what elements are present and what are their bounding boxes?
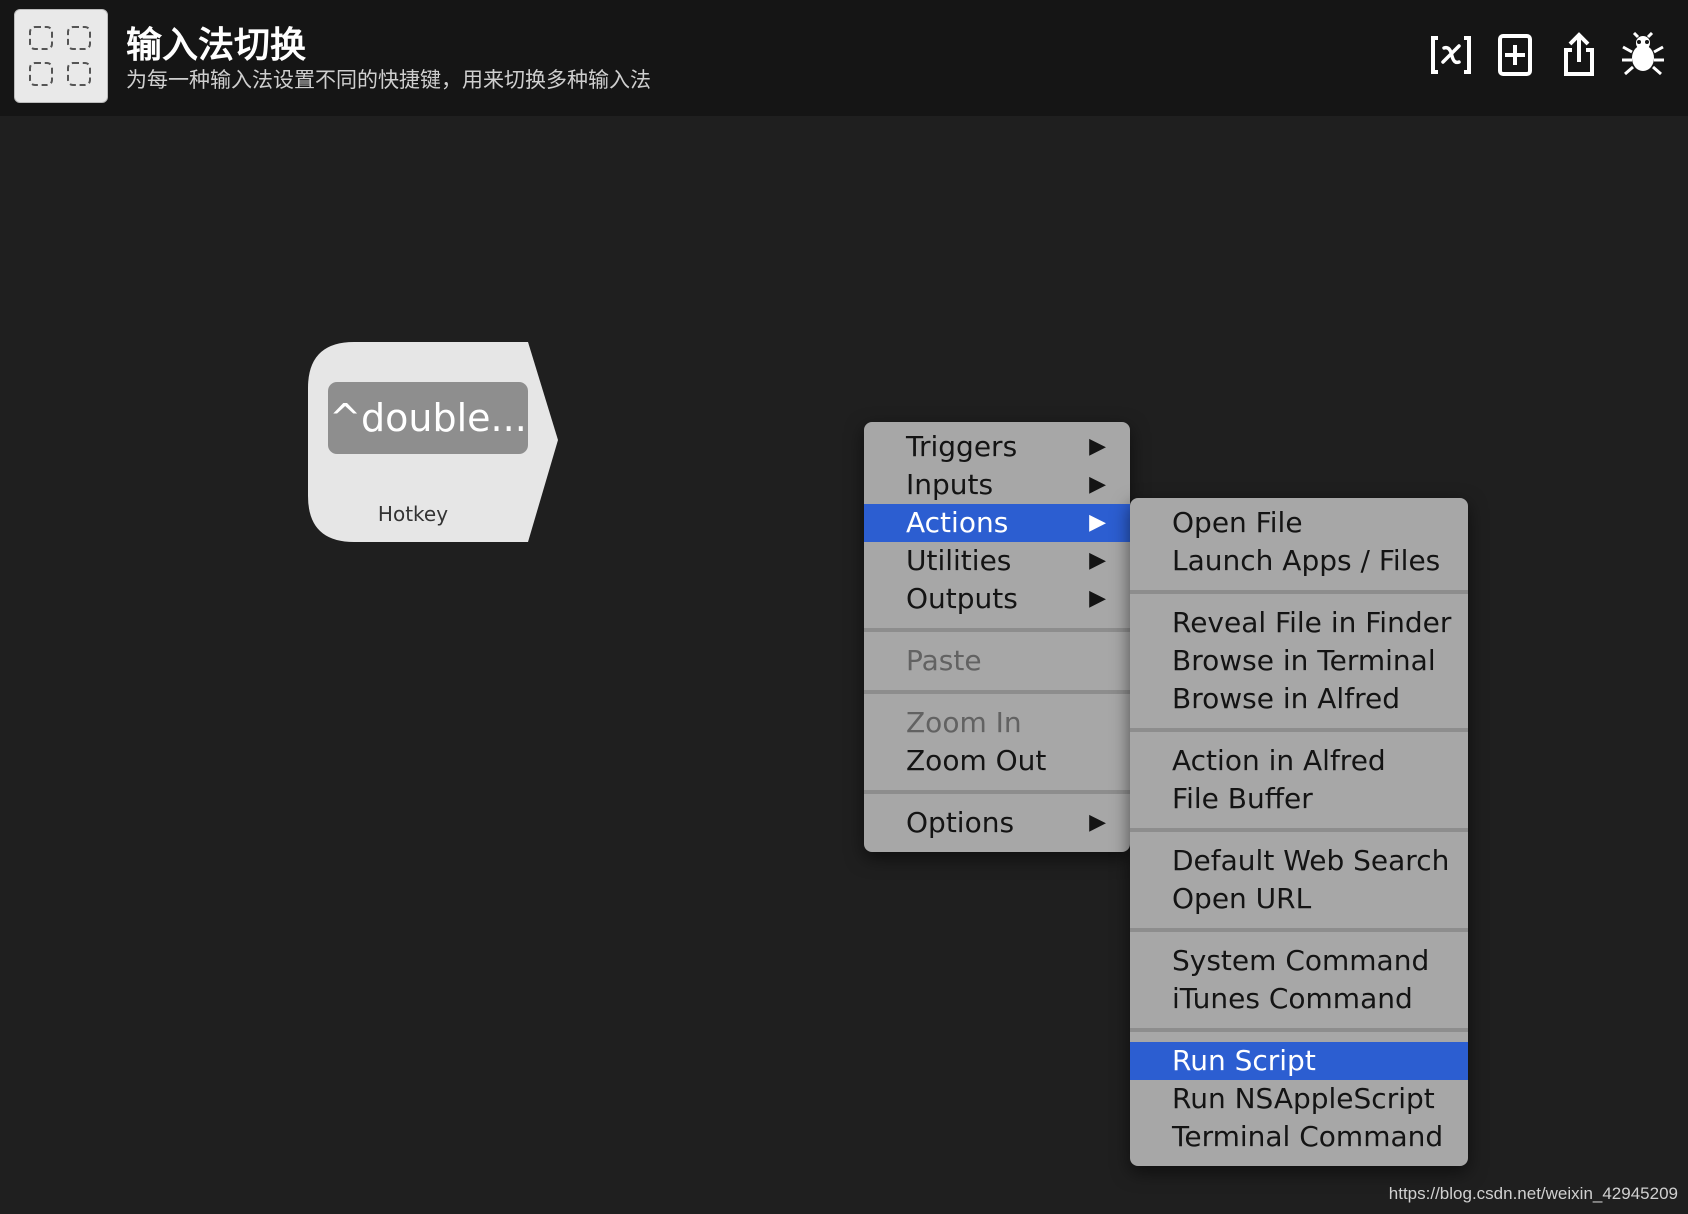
hotkey-trigger-node[interactable]: ^double... Hotkey <box>308 342 558 542</box>
menu-item-triggers[interactable]: Triggers ▶ <box>864 428 1130 466</box>
submenu-arrow-icon: ▶ <box>1089 548 1106 573</box>
submenu-item-terminal-command[interactable]: Terminal Command <box>1130 1118 1468 1156</box>
submenu-item-browse-in-terminal[interactable]: Browse in Terminal <box>1130 642 1468 680</box>
submenu-item-itunes-command[interactable]: iTunes Command <box>1130 980 1468 1018</box>
submenu-arrow-icon: ▶ <box>1089 510 1106 535</box>
menu-separator <box>1130 928 1468 932</box>
debug-button[interactable] <box>1620 31 1666 78</box>
submenu-item-default-web-search[interactable]: Default Web Search <box>1130 842 1468 880</box>
node-type-label: Hotkey <box>377 502 449 526</box>
share-button[interactable] <box>1556 32 1602 78</box>
menu-item-actions[interactable]: Actions ▶ <box>864 504 1130 542</box>
menu-item-options[interactable]: Options ▶ <box>864 804 1130 842</box>
menu-separator <box>864 690 1130 694</box>
menu-separator <box>864 628 1130 632</box>
submenu-item-file-buffer[interactable]: File Buffer <box>1130 780 1468 818</box>
menu-item-zoom-out[interactable]: Zoom Out <box>864 742 1130 780</box>
menu-item-zoom-in: Zoom In <box>906 706 1022 739</box>
submenu-arrow-icon: ▶ <box>1089 472 1106 497</box>
menu-item-label: Actions <box>906 506 1009 539</box>
menu-item-utilities[interactable]: Utilities ▶ <box>864 542 1130 580</box>
menu-item-label: Inputs <box>906 468 994 501</box>
menu-separator <box>1130 828 1468 832</box>
variables-icon <box>1431 36 1471 74</box>
hotkey-display: ^double... <box>328 382 528 454</box>
menu-item-label: Options <box>906 806 1015 839</box>
watermark-url: https://blog.csdn.net/weixin_42945209 <box>1388 1184 1678 1203</box>
menu-item-label: Outputs <box>906 582 1018 615</box>
submenu-arrow-icon: ▶ <box>1089 810 1106 835</box>
actions-submenu: Open File Launch Apps / Files Reveal Fil… <box>1130 498 1468 1166</box>
menu-item-paste: Paste <box>906 644 982 677</box>
menu-separator <box>1130 728 1468 732</box>
submenu-item-open-file[interactable]: Open File <box>1130 504 1468 542</box>
share-icon <box>1564 32 1594 76</box>
submenu-item-run-nsapplescript[interactable]: Run NSAppleScript <box>1130 1080 1468 1118</box>
menu-separator <box>1130 1028 1468 1032</box>
grid-square-icon <box>67 26 91 50</box>
menu-item-label: Utilities <box>906 544 1012 577</box>
submenu-arrow-icon: ▶ <box>1089 586 1106 611</box>
submenu-item-system-command[interactable]: System Command <box>1130 942 1468 980</box>
workflow-icon[interactable] <box>14 9 108 103</box>
workflow-description: 为每一种输入法设置不同的快捷键，用来切换多种输入法 <box>126 68 651 92</box>
submenu-item-run-script[interactable]: Run Script <box>1130 1042 1468 1080</box>
submenu-item-launch-apps-files[interactable]: Launch Apps / Files <box>1130 542 1468 580</box>
grid-square-icon <box>67 62 91 86</box>
add-object-icon <box>1498 34 1532 76</box>
submenu-arrow-icon: ▶ <box>1089 434 1106 459</box>
submenu-item-action-in-alfred[interactable]: Action in Alfred <box>1130 742 1468 780</box>
submenu-item-reveal-file-in-finder[interactable]: Reveal File in Finder <box>1130 604 1468 642</box>
workflow-header: 输入法切换 为每一种输入法设置不同的快捷键，用来切换多种输入法 <box>0 0 1688 116</box>
workflow-title: 输入法切换 <box>126 25 307 66</box>
submenu-item-open-url[interactable]: Open URL <box>1130 880 1468 918</box>
menu-separator <box>864 790 1130 794</box>
menu-separator <box>1130 590 1468 594</box>
menu-item-label: Triggers <box>906 430 1018 463</box>
grid-square-icon <box>29 26 53 50</box>
menu-item-inputs[interactable]: Inputs ▶ <box>864 466 1130 504</box>
submenu-item-browse-in-alfred[interactable]: Browse in Alfred <box>1130 680 1468 718</box>
grid-square-icon <box>29 62 53 86</box>
variables-button[interactable] <box>1428 32 1474 78</box>
add-object-button[interactable] <box>1492 32 1538 78</box>
menu-item-outputs[interactable]: Outputs ▶ <box>864 580 1130 618</box>
debug-bug-icon <box>1622 31 1664 76</box>
context-menu: Triggers ▶ Inputs ▶ Actions ▶ Utilities … <box>864 422 1130 852</box>
